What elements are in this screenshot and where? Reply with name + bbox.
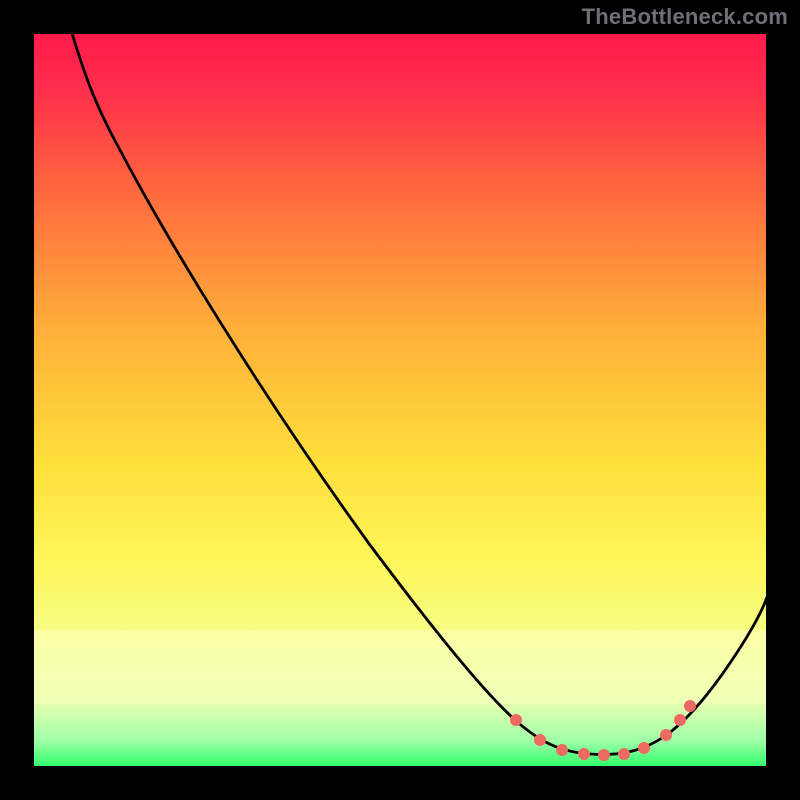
highlight-band <box>33 630 767 704</box>
bottleneck-plot <box>0 0 800 800</box>
brand-watermark: TheBottleneck.com <box>582 4 788 30</box>
chart-frame: TheBottleneck.com <box>0 0 800 800</box>
